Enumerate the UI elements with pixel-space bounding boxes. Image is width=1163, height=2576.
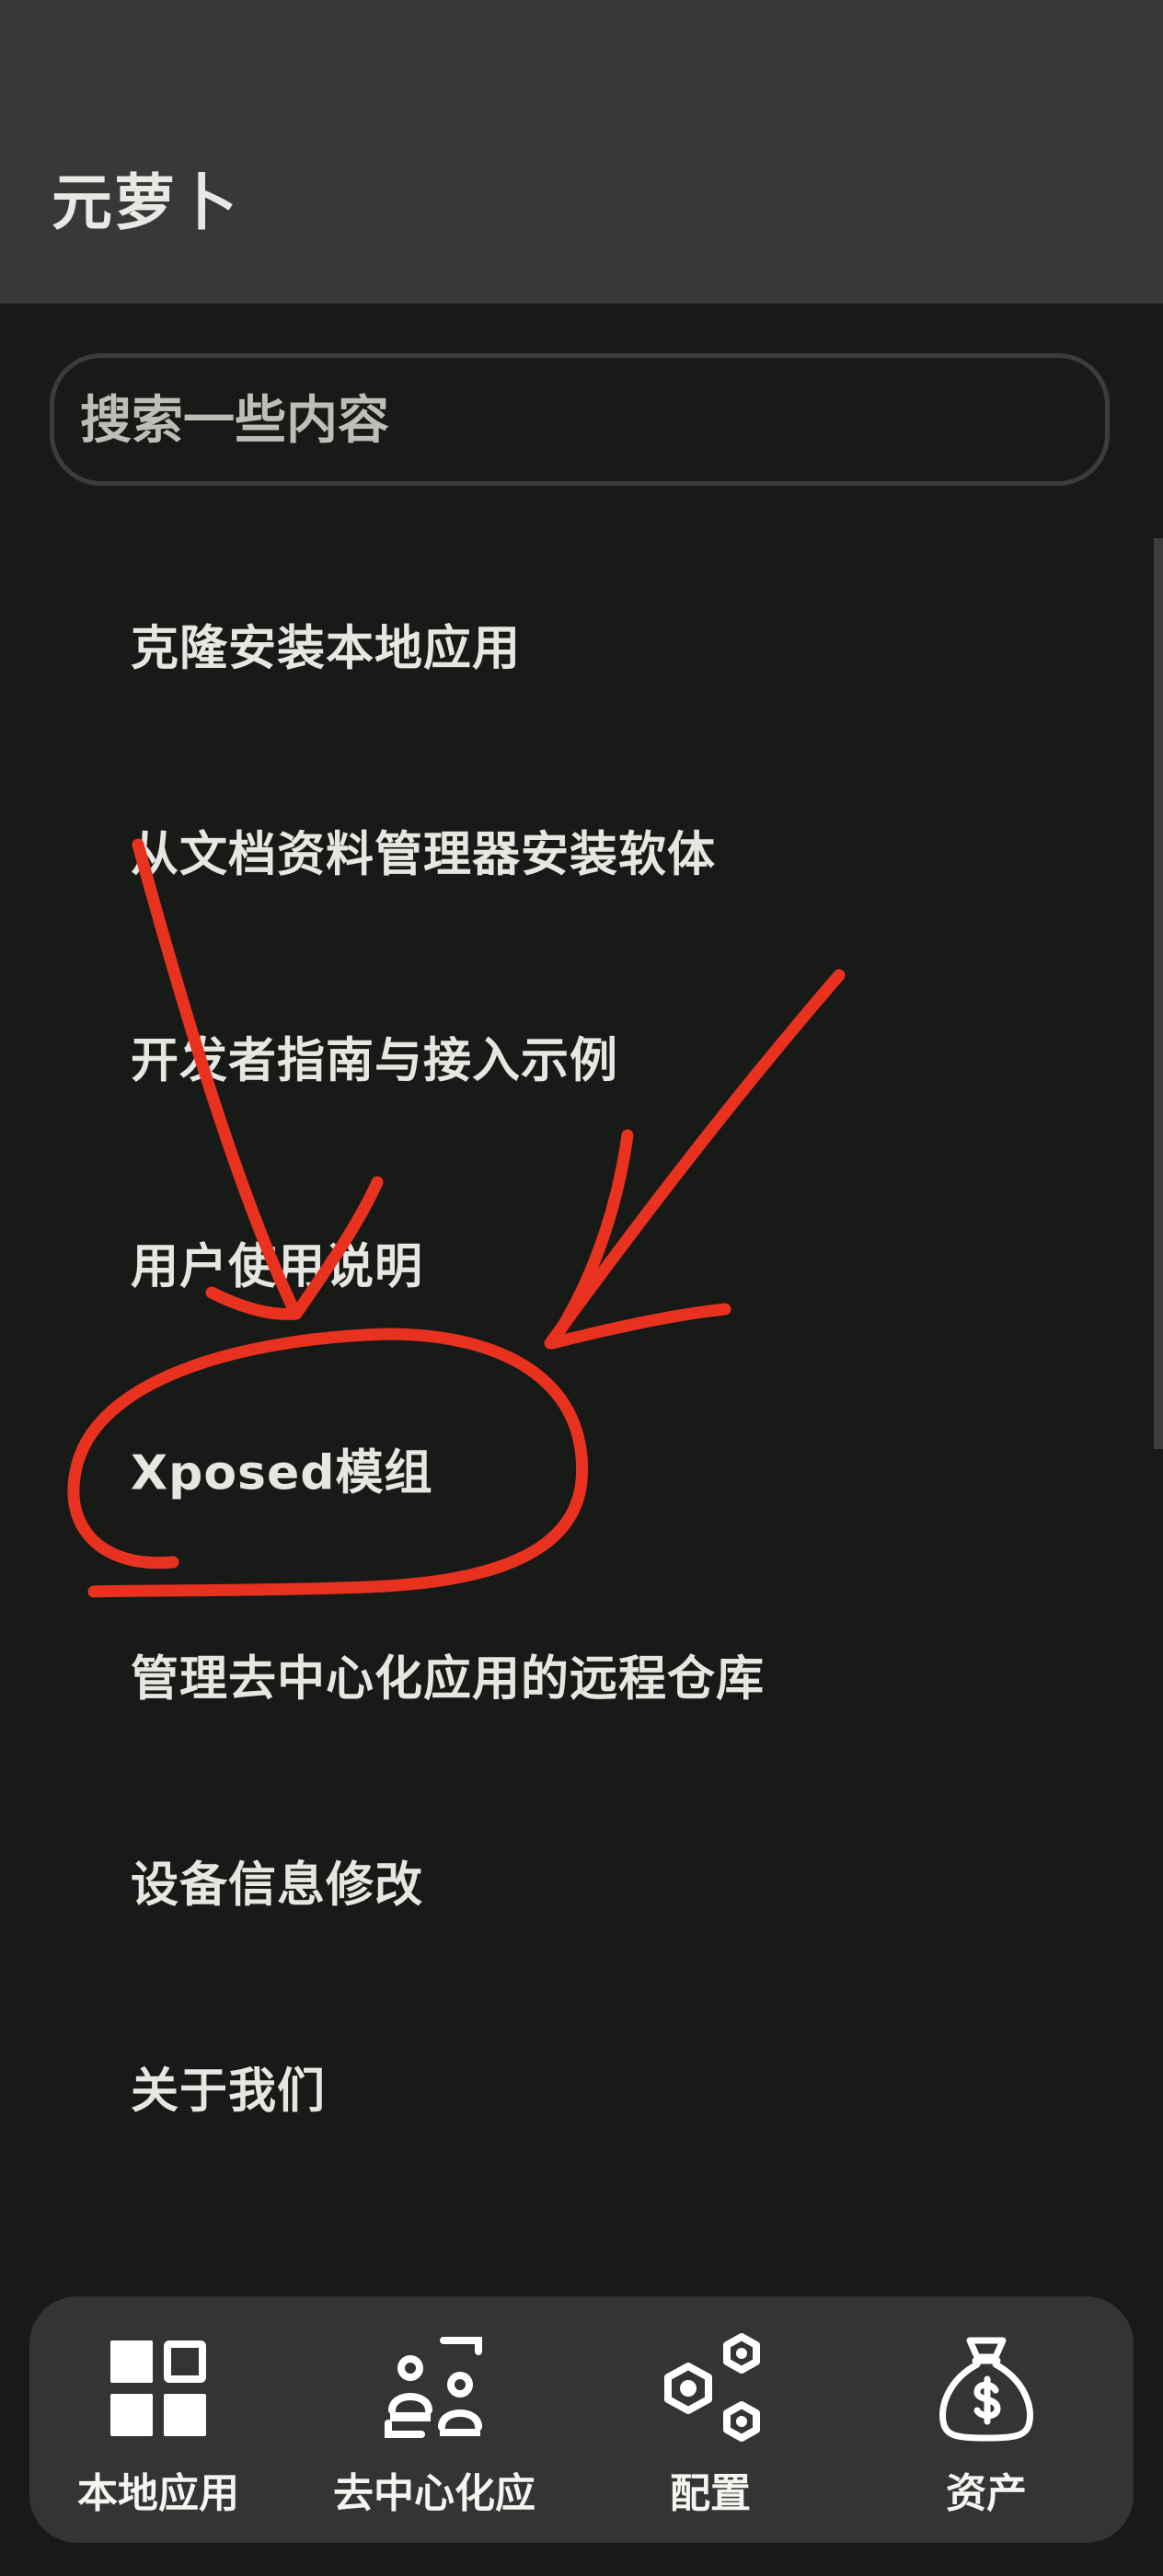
- menu-item-install-from-files[interactable]: 从文档资料管理器安装软体: [0, 767, 1141, 933]
- menu-item-label: 关于我们: [131, 2064, 327, 2120]
- hex-nuts-icon: [664, 2333, 760, 2442]
- menu-item-label: 用户使用说明: [131, 1239, 424, 1295]
- search-box[interactable]: [50, 353, 1110, 486]
- money-bag-icon: [939, 2337, 1033, 2442]
- menu-item-xposed-modules[interactable]: Xposed模组: [0, 1386, 1141, 1551]
- nav-local-apps[interactable]: 本地应用: [29, 2296, 287, 2543]
- menu-item-label: 开发者指南与接入示例: [131, 1033, 619, 1089]
- menu-item-user-manual[interactable]: 用户使用说明: [0, 1179, 1141, 1345]
- menu-item-about-us[interactable]: 关于我们: [0, 2004, 1141, 2169]
- bottom-navigation-bar: 本地应用 去中心化应 配置 资产: [29, 2296, 1134, 2543]
- top-app-bar: 元萝卜: [0, 0, 1163, 304]
- nav-label: 配置: [670, 2470, 751, 2517]
- menu-item-label: 设备信息修改: [131, 1857, 424, 1914]
- app-screen: 元萝卜 克隆安装本地应用 从文档资料管理器安装软体 开发者指南与接入示例 用户使…: [0, 0, 1163, 2576]
- scan-users-icon: [385, 2337, 482, 2438]
- grid-icon: [110, 2340, 206, 2436]
- nav-label: 资产: [946, 2470, 1027, 2517]
- nav-label: 本地应用: [77, 2470, 239, 2517]
- nav-assets[interactable]: 资产: [858, 2296, 1115, 2543]
- menu-item-device-info[interactable]: 设备信息修改: [0, 1798, 1141, 1963]
- menu-item-clone-install[interactable]: 克隆安装本地应用: [0, 561, 1141, 727]
- nav-decentralized-apps[interactable]: 去中心化应: [305, 2296, 563, 2543]
- app-title: 元萝卜: [52, 167, 239, 238]
- menu-item-label: Xposed模组: [131, 1445, 433, 1501]
- menu-item-label: 克隆安装本地应用: [131, 621, 522, 677]
- menu-item-remote-repos[interactable]: 管理去中心化应用的远程仓库: [0, 1592, 1141, 1757]
- menu-item-developer-guide[interactable]: 开发者指南与接入示例: [0, 973, 1141, 1139]
- nav-label: 去中心化应: [333, 2470, 535, 2517]
- nav-config[interactable]: 配置: [582, 2296, 839, 2543]
- search-input[interactable]: [78, 358, 1085, 483]
- scrollbar[interactable]: [1154, 538, 1163, 1449]
- menu-item-label: 管理去中心化应用的远程仓库: [131, 1651, 766, 1708]
- menu-item-label: 从文档资料管理器安装软体: [131, 827, 717, 883]
